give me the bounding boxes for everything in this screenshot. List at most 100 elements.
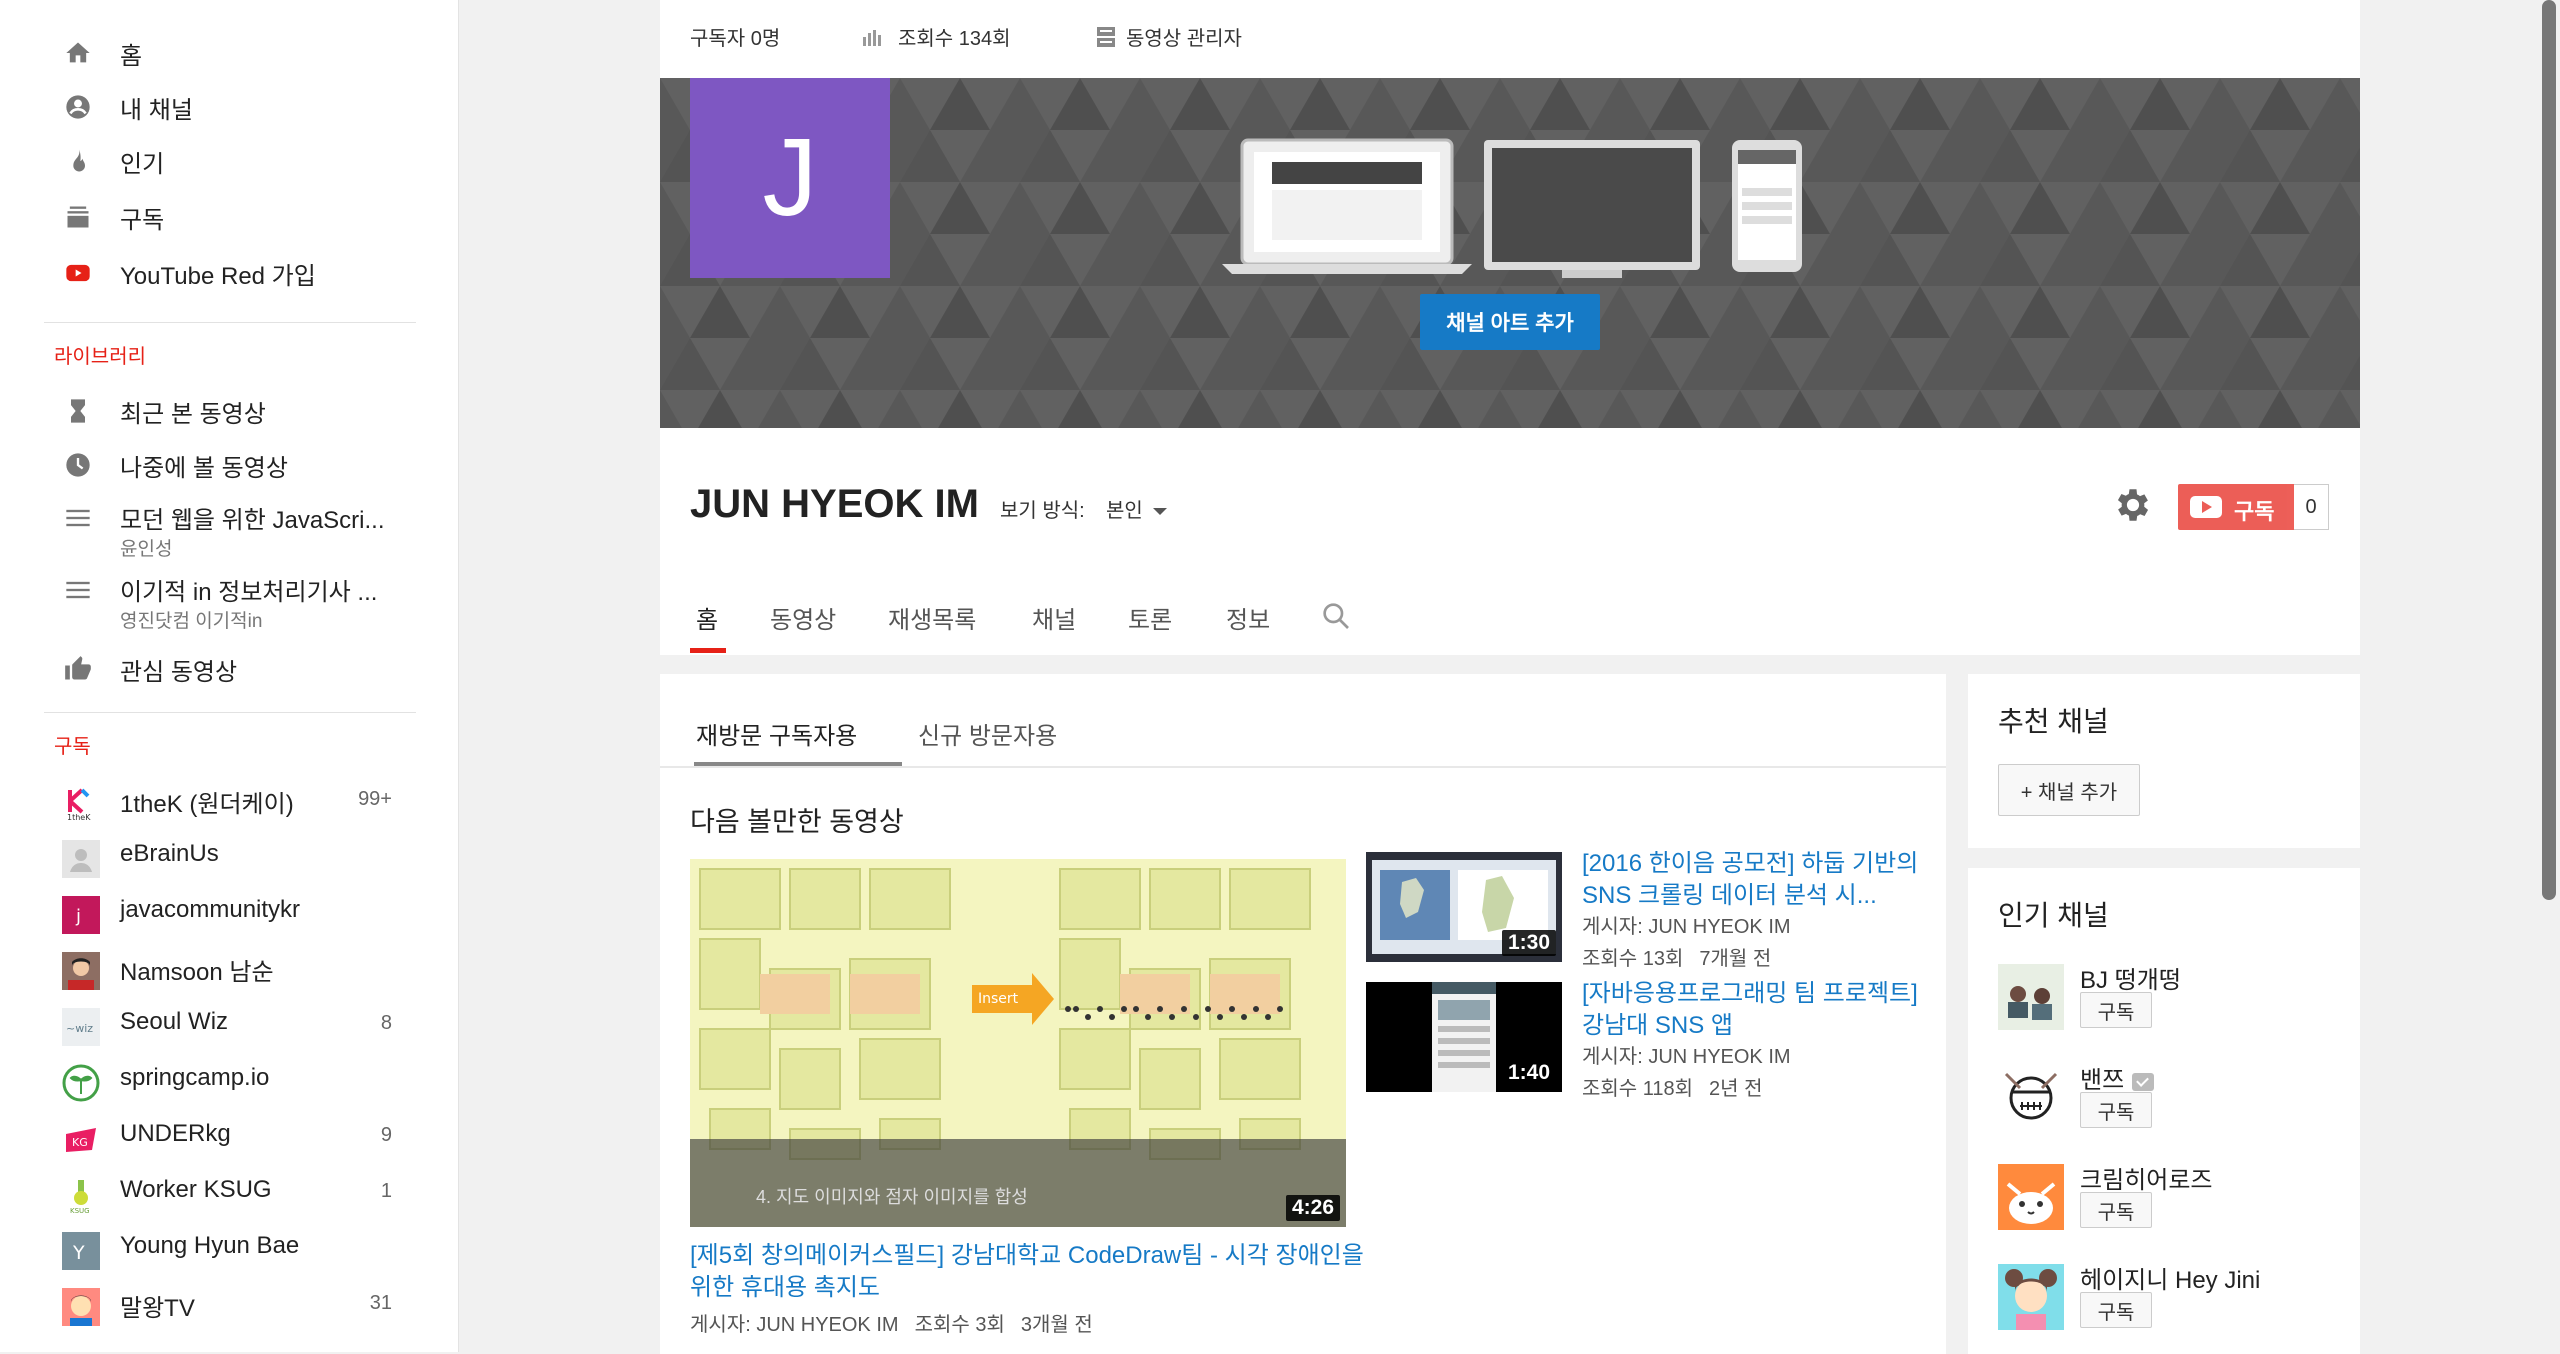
underkg-avatar: KG xyxy=(62,1120,100,1158)
sidebar-item-watch-later[interactable]: 나중에 볼 동영상 xyxy=(0,438,458,490)
sidebar-sub-malwang-tv[interactable]: 말왕TV 31 xyxy=(0,1278,458,1330)
tab-returning-subscribers[interactable]: 재방문 구독자용 xyxy=(696,716,857,751)
verified-icon xyxy=(2132,1072,2155,1091)
sidebar-item-liked-videos[interactable]: 관심 동영상 xyxy=(0,642,458,694)
popular-channels-card: 인기 채널 BJ 떵개떵 구독 밴쯔 구독 크림히어로즈 구독 헤이지니 Hey… xyxy=(1968,868,2360,1354)
side-video-title[interactable]: [2016 한이음 공모전] 하둡 기반의 SNS 크롤링 데이터 분석 시..… xyxy=(1582,848,1932,912)
tab-new-visitors[interactable]: 신규 방문자용 xyxy=(918,716,1057,751)
channel-avatar[interactable] xyxy=(1998,1164,2064,1230)
popular-channel-item: 헤이지니 Hey Jini 구독 xyxy=(1998,1264,2338,1344)
gear-icon[interactable] xyxy=(2112,484,2154,526)
sidebar-item-history[interactable]: 최근 본 동영상 xyxy=(0,384,458,436)
channel-name[interactable]: 밴쯔 xyxy=(2080,1060,2155,1095)
popular-channel-item: BJ 떵개떵 구독 xyxy=(1998,964,2338,1044)
sidebar-item-label: 인기 xyxy=(120,151,165,178)
sidebar-sub-springcamp[interactable]: springcamp.io xyxy=(0,1054,458,1106)
side-video-thumbnail[interactable]: 1:30 xyxy=(1366,852,1562,962)
subscribe-label: 구독 xyxy=(2234,499,2275,524)
channel-avatar[interactable] xyxy=(1998,1264,2064,1330)
channel-avatar[interactable] xyxy=(1998,1064,2064,1130)
duration-badge: 1:30 xyxy=(1501,930,1556,956)
channel-name[interactable]: BJ 떵개떵 xyxy=(2080,960,2181,995)
banner-pattern xyxy=(660,78,2360,428)
channel-avatar[interactable] xyxy=(1998,964,2064,1030)
sidebar-item-home[interactable]: 홈 xyxy=(0,26,458,78)
add-channel-button[interactable]: + 채널 추가 xyxy=(1998,764,2140,816)
subscribe-button[interactable]: 구독 xyxy=(2080,1292,2152,1328)
library-heading[interactable]: 라이브러리 xyxy=(54,340,146,369)
ebrainus-avatar xyxy=(62,840,100,878)
channel-banner: J 채널 아트 추가 xyxy=(660,78,2360,428)
sidebar-item-label: javacommunitykr xyxy=(120,896,301,923)
fire-icon xyxy=(73,149,85,172)
sidebar-item-playlist-javascript[interactable]: 모던 웹을 위한 JavaScri... 윤인성 xyxy=(0,504,458,560)
playlist-icon xyxy=(66,509,90,527)
sidebar-item-playlist-exam[interactable]: 이기적 in 정보처리기사 ... 영진닷컴 이기적in xyxy=(0,576,458,632)
chevron-down-icon xyxy=(1152,508,1167,516)
sidebar-item-label: Worker KSUG xyxy=(120,1176,272,1203)
scrollbar-thumb[interactable] xyxy=(2542,0,2556,900)
subscribe-button[interactable]: 구독 xyxy=(2178,484,2294,530)
recommended-channels-card: 추천 채널 + 채널 추가 xyxy=(1968,674,2360,848)
youtube-play-icon xyxy=(2190,496,2222,518)
svg-text:KG: KG xyxy=(72,1136,88,1149)
subscriber-count: 구독자 0명 xyxy=(690,28,781,50)
subscriptions-heading[interactable]: 구독 xyxy=(54,730,91,759)
channel-name[interactable]: 헤이지니 Hey Jini xyxy=(2080,1260,2260,1295)
side-video-title[interactable]: [자바응용프로그래밍 팀 프로젝트] 강남대 SNS 앱 xyxy=(1582,978,1932,1042)
sidebar: 홈 내 채널 인기 구독 YouTube Red 가입 라이브러리 최근 본 동… xyxy=(0,0,459,1352)
sidebar-item-my-channel[interactable]: 내 채널 xyxy=(0,80,458,132)
sidebar-sub-javacommunitykr[interactable]: j javacommunitykr xyxy=(0,886,458,938)
sidebar-sub-namsoon[interactable]: Namsoon 남순 xyxy=(0,942,458,994)
home-icon xyxy=(66,42,90,63)
sidebar-item-youtube-red[interactable]: YouTube Red 가입 xyxy=(0,246,458,298)
malwang-tv-avatar xyxy=(62,1288,100,1326)
sidebar-divider xyxy=(44,322,416,323)
tab-home[interactable]: 홈 xyxy=(696,600,718,635)
side-video-uploader: 게시자: JUN HYEOK IM xyxy=(1582,1046,1791,1068)
side-video-uploader: 게시자: JUN HYEOK IM xyxy=(1582,916,1791,938)
svg-text:j: j xyxy=(75,906,81,927)
tab-discussion[interactable]: 토론 xyxy=(1128,600,1172,635)
subscribe-button[interactable]: 구독 xyxy=(2080,1092,2152,1128)
sidebar-item-trending[interactable]: 인기 xyxy=(0,134,458,186)
video-manager-link[interactable]: 동영상 관리자 xyxy=(1126,22,1242,51)
sidebar-sub-underkg[interactable]: KG UNDERkg 9 xyxy=(0,1110,458,1162)
channel-name[interactable]: 크림히어로즈 xyxy=(2080,1160,2212,1195)
tab-playlists[interactable]: 재생목록 xyxy=(888,600,976,635)
view-as-dropdown[interactable]: 본인 xyxy=(1106,494,1167,523)
side-video-item[interactable]: 1:30 [2016 한이음 공모전] 하둡 기반의 SNS 크롤링 데이터 분… xyxy=(1366,850,1946,972)
sidebar-sub-1thek[interactable]: 1theK 1theK (원더케이) 99+ xyxy=(0,774,458,826)
sidebar-sub-seoul-wiz[interactable]: ~wiz Seoul Wiz 8 xyxy=(0,998,458,1050)
sidebar-item-label: 구독 xyxy=(120,207,165,234)
sidebar-sub-worker-ksug[interactable]: KSUG Worker KSUG 1 xyxy=(0,1166,458,1218)
view-count: 조회수 118회 xyxy=(1582,1078,1694,1100)
bar-chart-icon xyxy=(863,30,881,46)
video-manager-icon xyxy=(1097,27,1115,47)
insert-label: Insert xyxy=(978,991,1019,1007)
sidebar-sub-young-hyun-bae[interactable]: Y Young Hyun Bae xyxy=(0,1222,458,1274)
video-caption: 4. 지도 이미지와 점자 이미지를 합성 xyxy=(756,1187,1028,1207)
side-video-stats: 조회수 13회 7개월 전 xyxy=(1582,942,1787,971)
main-video-thumbnail[interactable]: Insert 4. 지도 이미지와 점자 이미지를 합성 4:26 xyxy=(690,859,1346,1227)
tab-videos[interactable]: 동영상 xyxy=(770,600,836,635)
channel-avatar[interactable]: J xyxy=(690,78,890,278)
view-as-label: 보기 방식: xyxy=(1000,500,1085,522)
subscribe-button[interactable]: 구독 xyxy=(2080,1192,2152,1228)
side-video-thumbnail[interactable]: 1:40 xyxy=(1366,982,1562,1092)
upload-age: 2년 전 xyxy=(1709,1078,1763,1100)
sidebar-item-label: springcamp.io xyxy=(120,1064,270,1091)
side-video-item[interactable]: 1:40 [자바응용프로그래밍 팀 프로젝트] 강남대 SNS 앱 게시자: J… xyxy=(1366,980,1946,1102)
1thek-avatar: 1theK xyxy=(62,784,100,822)
search-icon[interactable] xyxy=(1320,600,1352,632)
new-count-badge: 1 xyxy=(380,1180,392,1202)
seoul-wiz-avatar: ~wiz xyxy=(62,1008,100,1046)
sidebar-sub-ebrainus[interactable]: eBrainUs xyxy=(0,830,458,882)
subscribe-button[interactable]: 구독 xyxy=(2080,992,2152,1028)
sidebar-item-subscriptions[interactable]: 구독 xyxy=(0,190,458,242)
add-channel-art-button[interactable]: 채널 아트 추가 xyxy=(1420,294,1600,350)
main-video-title[interactable]: [제5회 창의메이커스필드] 강남대학교 CodeDraw팀 - 시각 장애인을… xyxy=(690,1240,1370,1304)
young-hyun-bae-avatar: Y xyxy=(62,1232,100,1270)
tab-channels[interactable]: 채널 xyxy=(1032,600,1076,635)
tab-about[interactable]: 정보 xyxy=(1226,600,1270,635)
